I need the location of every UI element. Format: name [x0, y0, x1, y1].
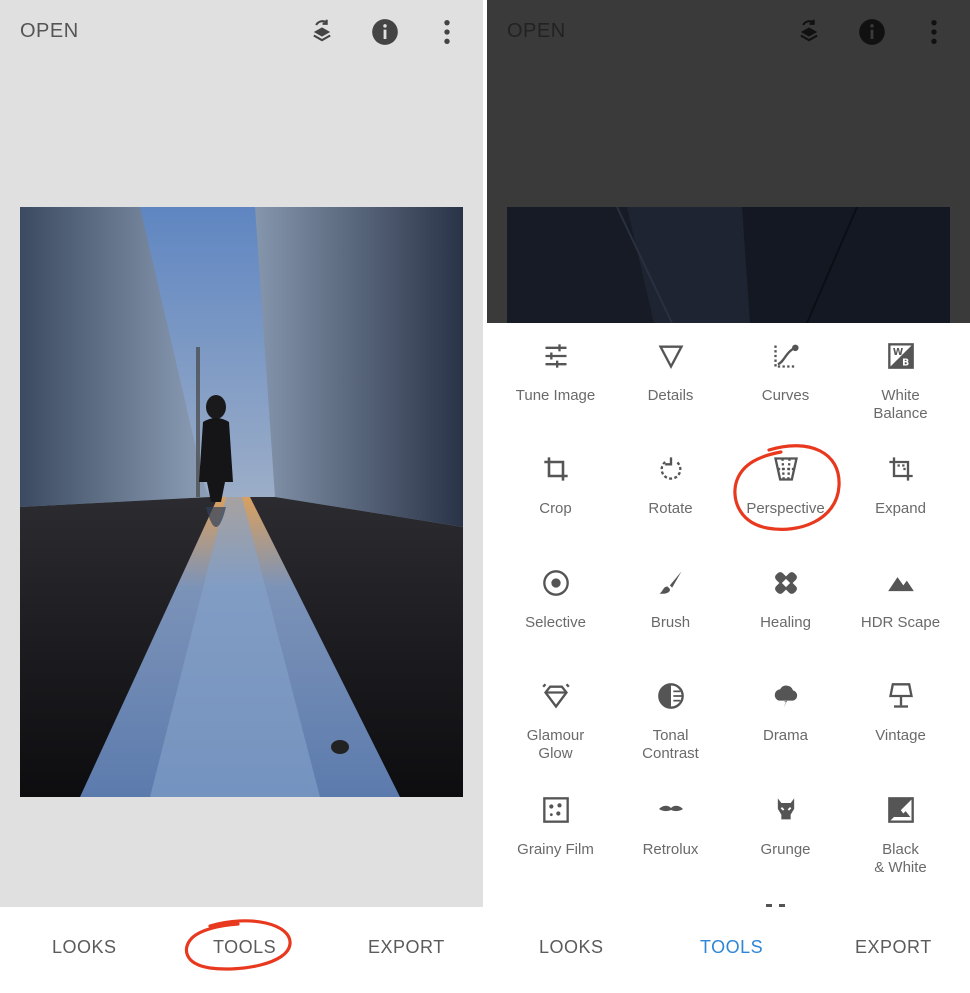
healing-icon: [728, 564, 843, 602]
tool-label: HDR Scape: [860, 614, 941, 631]
tool-perspective[interactable]: Perspective: [728, 450, 843, 518]
more-vert-icon[interactable]: [918, 14, 950, 50]
grainy-film-icon: [498, 791, 613, 829]
crop-icon: [498, 450, 613, 488]
tool-label: White Balance: [873, 387, 928, 422]
tool-drama[interactable]: Drama: [728, 677, 843, 745]
tool-label: Selective: [525, 614, 586, 631]
tool-label: Tonal Contrast: [642, 727, 699, 762]
nav-tools[interactable]: TOOLS: [213, 937, 276, 958]
tool-label: Crop: [539, 500, 572, 517]
tool-expand[interactable]: Expand: [843, 450, 958, 518]
layers-rotate-icon[interactable]: [793, 14, 825, 50]
white-balance-icon: WB: [843, 337, 958, 375]
brush-icon: [613, 564, 728, 602]
svg-text:W: W: [892, 347, 902, 358]
bottom-nav: LOOKS TOOLS EXPORT: [0, 907, 483, 993]
tool-glamour-glow[interactable]: Glamour Glow: [498, 677, 613, 763]
tool-brush[interactable]: Brush: [613, 564, 728, 632]
tool-curves[interactable]: Curves: [728, 337, 843, 405]
glamour-glow-icon: [498, 677, 613, 715]
tool-healing[interactable]: Healing: [728, 564, 843, 632]
layers-rotate-icon[interactable]: [306, 14, 338, 50]
tool-label: Healing: [760, 614, 811, 631]
tool-white-balance[interactable]: WB White Balance: [843, 337, 958, 423]
tool-retrolux[interactable]: Retrolux: [613, 791, 728, 859]
drama-icon: [728, 677, 843, 715]
tool-label: Perspective: [746, 500, 825, 517]
open-button[interactable]: OPEN: [20, 20, 79, 43]
rotate-icon: [613, 450, 728, 488]
top-bar: OPEN: [0, 0, 483, 64]
tune-image-icon: [498, 337, 613, 375]
info-icon[interactable]: [369, 14, 401, 50]
tool-label: Details: [647, 387, 694, 404]
tool-label: Grainy Film: [517, 841, 594, 858]
tool-hdr-scape[interactable]: HDR Scape: [843, 564, 958, 632]
expand-icon: [843, 450, 958, 488]
photo-image: [507, 207, 950, 323]
tool-rotate[interactable]: Rotate: [613, 450, 728, 518]
tool-label: Brush: [650, 614, 691, 631]
tool-label: Black & White: [874, 841, 927, 876]
tool-details[interactable]: Details: [613, 337, 728, 405]
tool-grainy-film[interactable]: Grainy Film: [498, 791, 613, 859]
tool-label: Grunge: [760, 841, 811, 858]
tool-label: Rotate: [648, 500, 693, 517]
tool-label: Curves: [761, 387, 810, 404]
top-bar: OPEN: [487, 0, 970, 64]
tool-label: Drama: [762, 727, 808, 744]
grunge-icon: [728, 791, 843, 829]
tool-label: Glamour Glow: [526, 727, 585, 762]
hdr-scape-icon: [843, 564, 958, 602]
tool-black-white[interactable]: Black & White: [843, 791, 958, 877]
nav-tools[interactable]: TOOLS: [700, 937, 763, 958]
nav-looks[interactable]: LOOKS: [52, 937, 117, 958]
tool-grunge[interactable]: Grunge: [728, 791, 843, 859]
curves-icon: [728, 337, 843, 375]
tools-sheet: Tune Image Details Curves WB White Balan…: [487, 323, 970, 907]
bottom-nav: LOOKS TOOLS EXPORT: [487, 907, 970, 993]
svg-text:B: B: [902, 357, 909, 368]
nav-export[interactable]: EXPORT: [855, 937, 932, 958]
black-white-icon: [843, 791, 958, 829]
tool-label: Expand: [875, 500, 926, 517]
tool-tonal-contrast[interactable]: Tonal Contrast: [613, 677, 728, 763]
tool-label: Vintage: [875, 727, 926, 744]
nav-looks[interactable]: LOOKS: [539, 937, 604, 958]
tool-tune-image[interactable]: Tune Image: [498, 337, 613, 405]
tool-vintage[interactable]: Vintage: [843, 677, 958, 745]
open-button[interactable]: OPEN: [507, 20, 566, 43]
tool-crop[interactable]: Crop: [498, 450, 613, 518]
tool-label: Tune Image: [515, 387, 596, 404]
perspective-icon: [728, 450, 843, 488]
info-icon[interactable]: [856, 14, 888, 50]
photo-image: [20, 207, 463, 797]
photo-preview[interactable]: [20, 207, 463, 797]
left-screen: OPEN LOOKS TOOLS EXPORT: [0, 0, 483, 993]
details-icon: [613, 337, 728, 375]
more-vert-icon[interactable]: [431, 14, 463, 50]
tool-selective[interactable]: Selective: [498, 564, 613, 632]
selective-icon: [498, 564, 613, 602]
tool-label: Retrolux: [642, 841, 699, 858]
nav-export[interactable]: EXPORT: [368, 937, 445, 958]
retrolux-icon: [613, 791, 728, 829]
photo-preview-dimmed: [507, 207, 950, 323]
vintage-icon: [843, 677, 958, 715]
tonal-contrast-icon: [613, 677, 728, 715]
right-screen: OPEN Tune Image Details Curves W B White…: [487, 0, 970, 993]
